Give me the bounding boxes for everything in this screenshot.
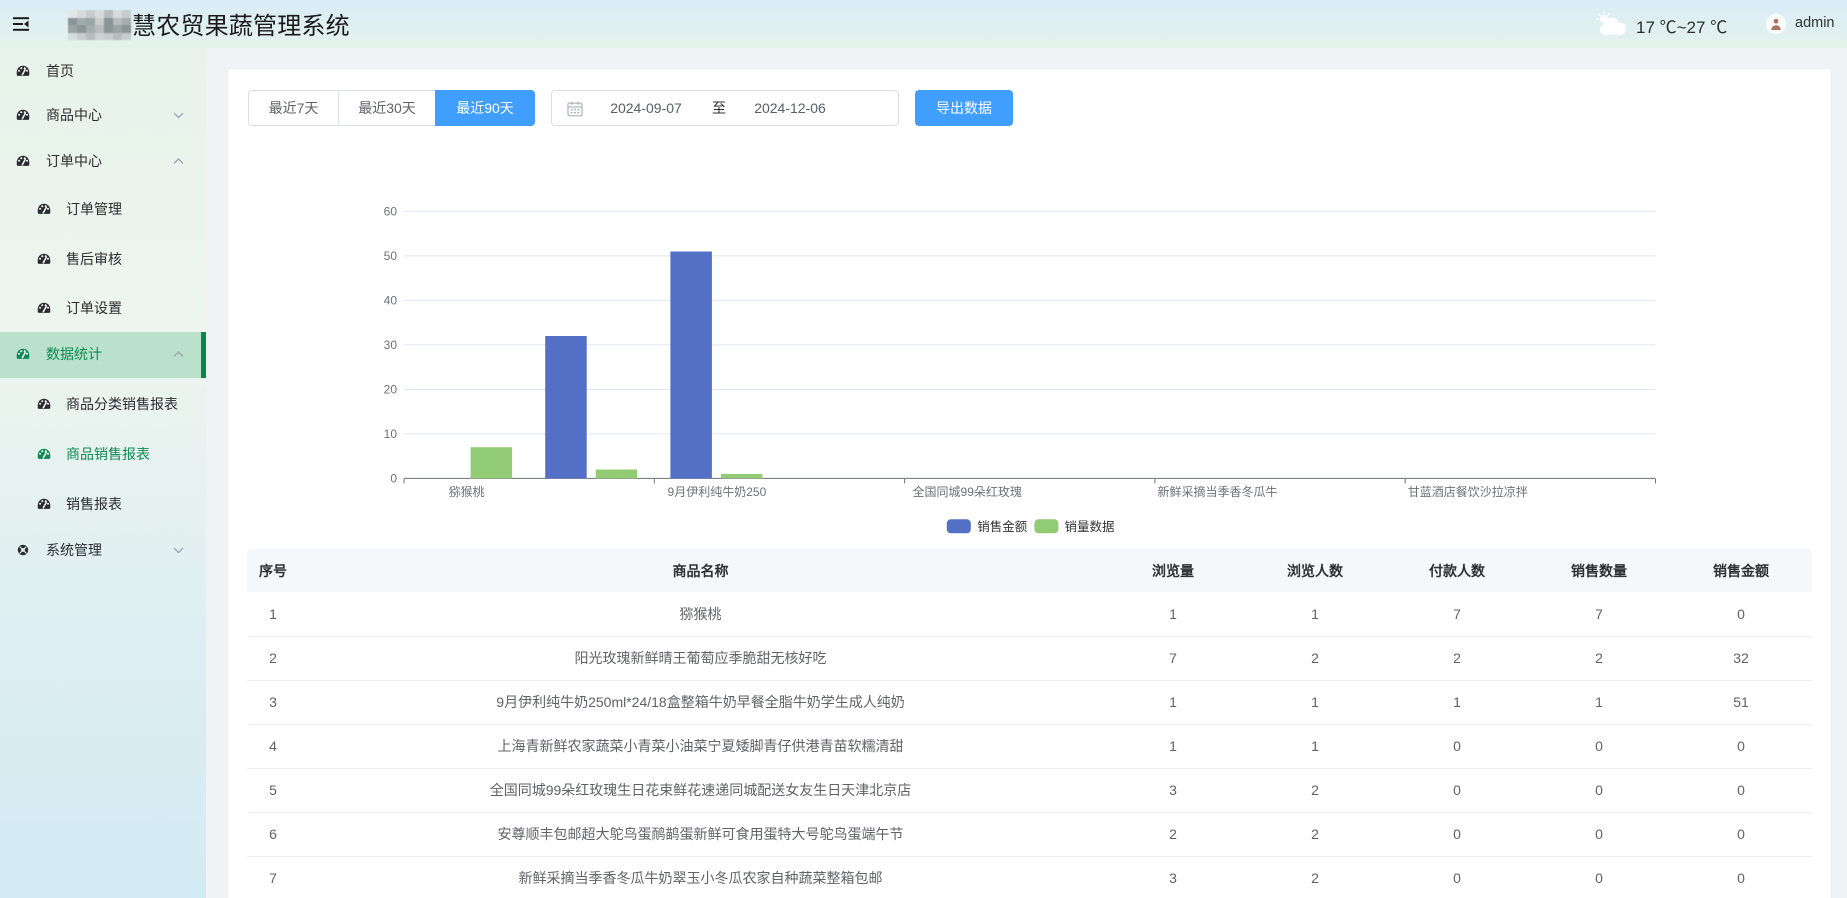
svg-text:0: 0 [390,471,397,485]
svg-text:甘蓝酒店餐饮沙拉凉拌: 甘蓝酒店餐饮沙拉凉拌 [1408,484,1528,499]
svg-text:20: 20 [384,382,398,396]
svg-text:销量数据: 销量数据 [1065,519,1115,534]
svg-text:60: 60 [384,204,398,218]
svg-text:新鲜采摘当季香冬瓜牛: 新鲜采摘当季香冬瓜牛 [1157,484,1277,499]
svg-text:销售金额: 销售金额 [977,519,1028,534]
svg-text:50: 50 [384,249,398,263]
svg-text:9月伊利纯牛奶250: 9月伊利纯牛奶250 [668,484,767,499]
svg-text:30: 30 [384,338,398,352]
svg-text:全国同城99朵红玫瑰: 全国同城99朵红玫瑰 [913,484,1022,499]
svg-text:猕猴桃: 猕猴桃 [449,484,485,499]
svg-text:40: 40 [384,293,398,307]
svg-text:10: 10 [384,427,398,441]
